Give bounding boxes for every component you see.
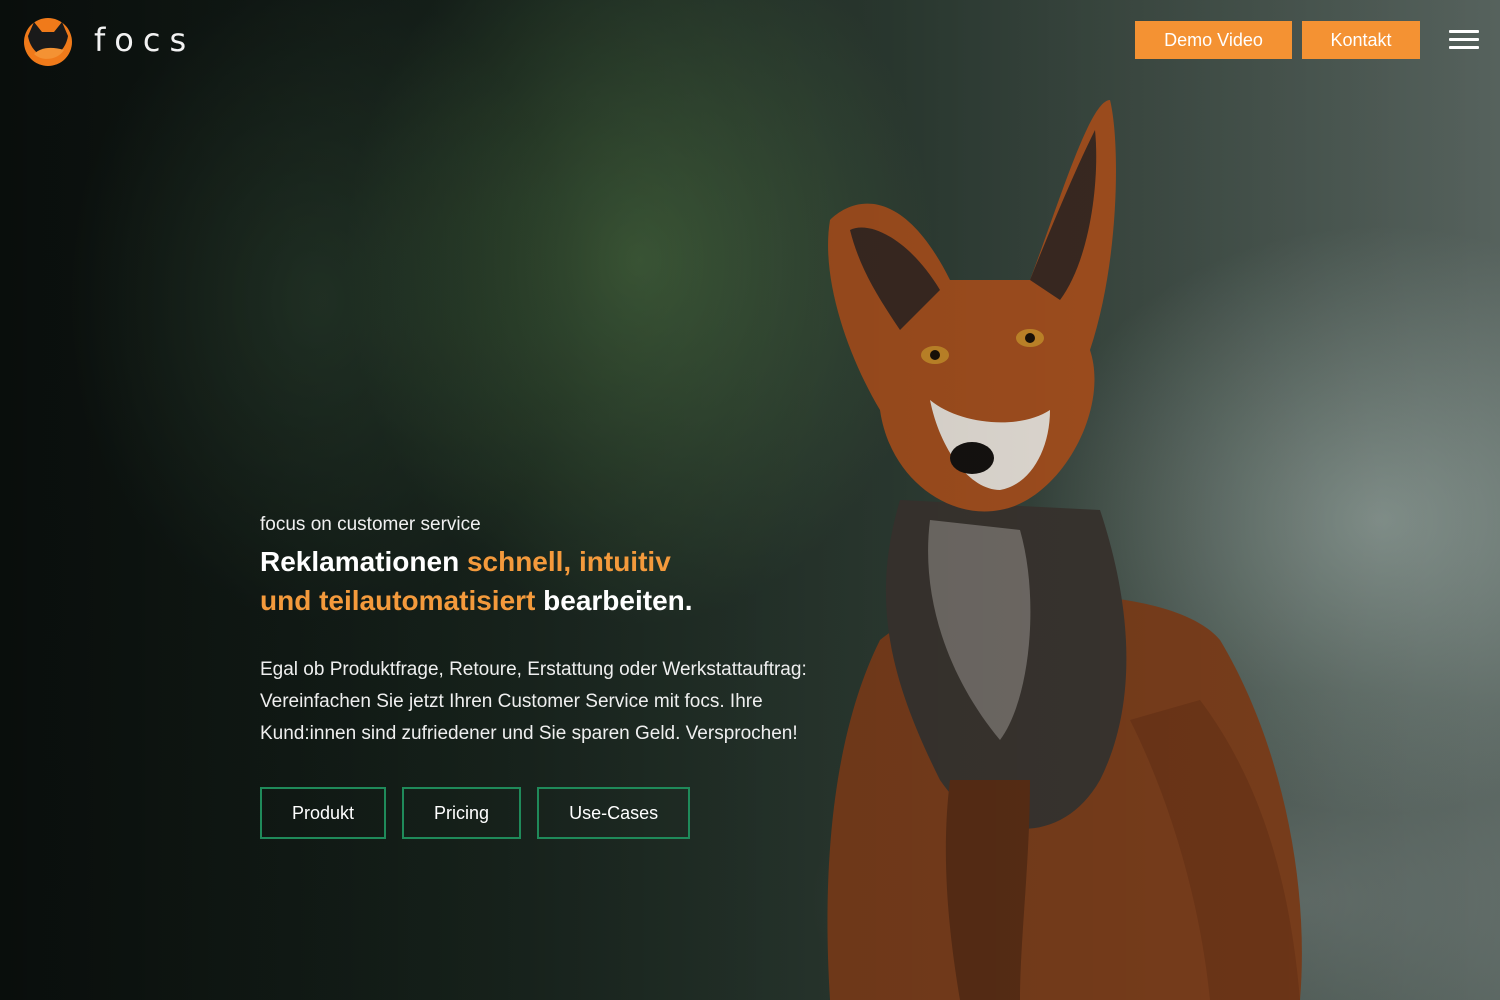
hero-tagline: focus on customer service	[260, 514, 481, 535]
headline-part-1: Reklamationen	[260, 546, 467, 577]
use-cases-button[interactable]: Use-Cases	[537, 787, 691, 839]
demo-video-button[interactable]: Demo Video	[1135, 21, 1292, 59]
hero-description: Egal ob Produktfrage, Retoure, Erstattun…	[260, 659, 807, 744]
brand-logo[interactable]: focs	[20, 14, 195, 66]
hero-headline: Reklamationen schnell, intuitiv und teil…	[260, 542, 820, 620]
hero-section: focus on customer service Reklamationen …	[260, 514, 820, 750]
brand-name: focs	[94, 21, 196, 59]
hero-nav-buttons: Produkt Pricing Use-Cases	[260, 787, 691, 839]
headline-accent-1: schnell, intuitiv	[466, 546, 671, 577]
kontakt-button[interactable]: Kontakt	[1302, 21, 1420, 59]
headline-accent-2: und teilautomatisiert	[260, 585, 536, 616]
hero-background-image	[0, 0, 1500, 1000]
produkt-button[interactable]: Produkt	[260, 787, 387, 839]
headline-part-2: bearbeiten.	[535, 585, 693, 616]
hamburger-menu-icon[interactable]	[1449, 30, 1481, 50]
fox-logo-icon	[24, 18, 72, 66]
pricing-button[interactable]: Pricing	[402, 787, 522, 839]
